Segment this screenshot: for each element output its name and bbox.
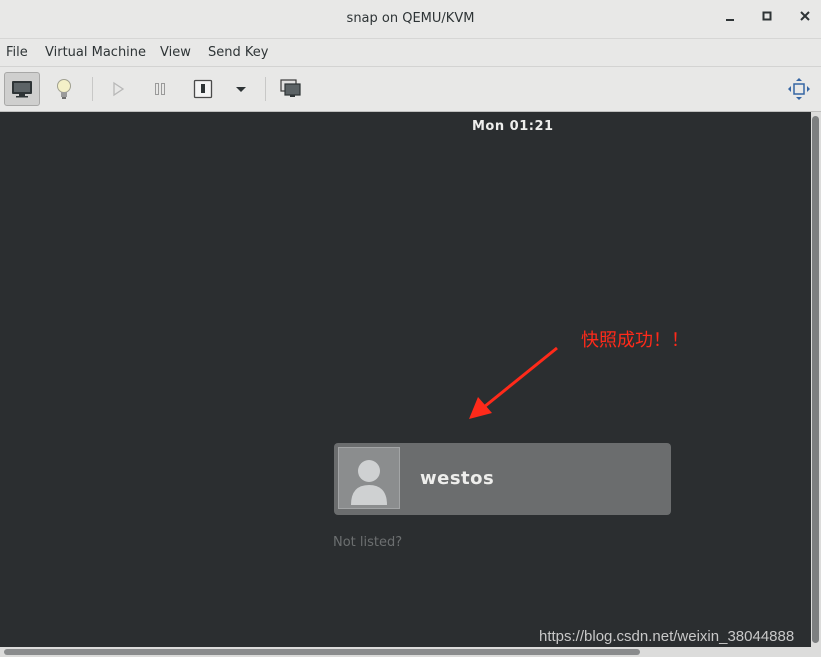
window-title: snap on QEMU/KVM xyxy=(346,11,475,26)
user-icon xyxy=(351,460,387,505)
monitor-icon xyxy=(12,81,32,98)
menu-bar: File Virtual Machine View Send Key xyxy=(0,39,821,67)
pause-button[interactable] xyxy=(142,72,178,106)
fullscreen-icon xyxy=(788,78,810,100)
not-listed-link[interactable]: Not listed? xyxy=(333,535,402,550)
run-button[interactable] xyxy=(100,72,136,106)
pause-icon xyxy=(155,83,165,95)
watermark: https://blog.csdn.net/weixin_38044888 xyxy=(539,628,795,645)
fullscreen-button[interactable] xyxy=(781,72,817,106)
dropdown-icon xyxy=(236,87,246,92)
minimize-icon xyxy=(726,19,734,21)
user-entry-westos[interactable]: westos xyxy=(334,443,671,515)
menu-send-key[interactable]: Send Key xyxy=(208,45,268,60)
power-icon xyxy=(193,79,213,99)
avatar xyxy=(338,447,400,509)
guest-console[interactable]: Mon 01:21 快照成功！！ westos Not listed? http… xyxy=(0,112,811,647)
close-button[interactable] xyxy=(794,9,816,29)
menu-virtual-machine[interactable]: Virtual Machine xyxy=(45,45,146,60)
close-icon xyxy=(800,11,810,21)
toolbar xyxy=(0,67,821,112)
lightbulb-icon xyxy=(57,79,71,99)
play-icon xyxy=(113,81,125,97)
title-bar: snap on QEMU/KVM xyxy=(0,0,821,39)
show-console-button[interactable] xyxy=(4,72,40,106)
minimize-button[interactable] xyxy=(719,9,741,29)
screenshot-icon xyxy=(280,79,301,97)
toolbar-separator xyxy=(92,77,93,101)
toolbar-separator xyxy=(265,77,266,101)
vertical-scrollbar[interactable] xyxy=(812,116,819,643)
horizontal-scrollbar[interactable] xyxy=(4,649,640,655)
show-details-button[interactable] xyxy=(46,72,82,106)
maximize-button[interactable] xyxy=(756,9,778,29)
snapshot-success-annotation: 快照成功！！ xyxy=(581,330,689,351)
arrow-annotation xyxy=(469,346,558,419)
snapshots-button[interactable] xyxy=(273,72,309,106)
maximize-icon xyxy=(762,11,772,21)
menu-file[interactable]: File xyxy=(6,45,28,60)
user-name: westos xyxy=(420,468,495,489)
shutdown-menu-button[interactable] xyxy=(223,72,259,106)
shutdown-button[interactable] xyxy=(185,72,221,106)
menu-view[interactable]: View xyxy=(160,45,191,60)
